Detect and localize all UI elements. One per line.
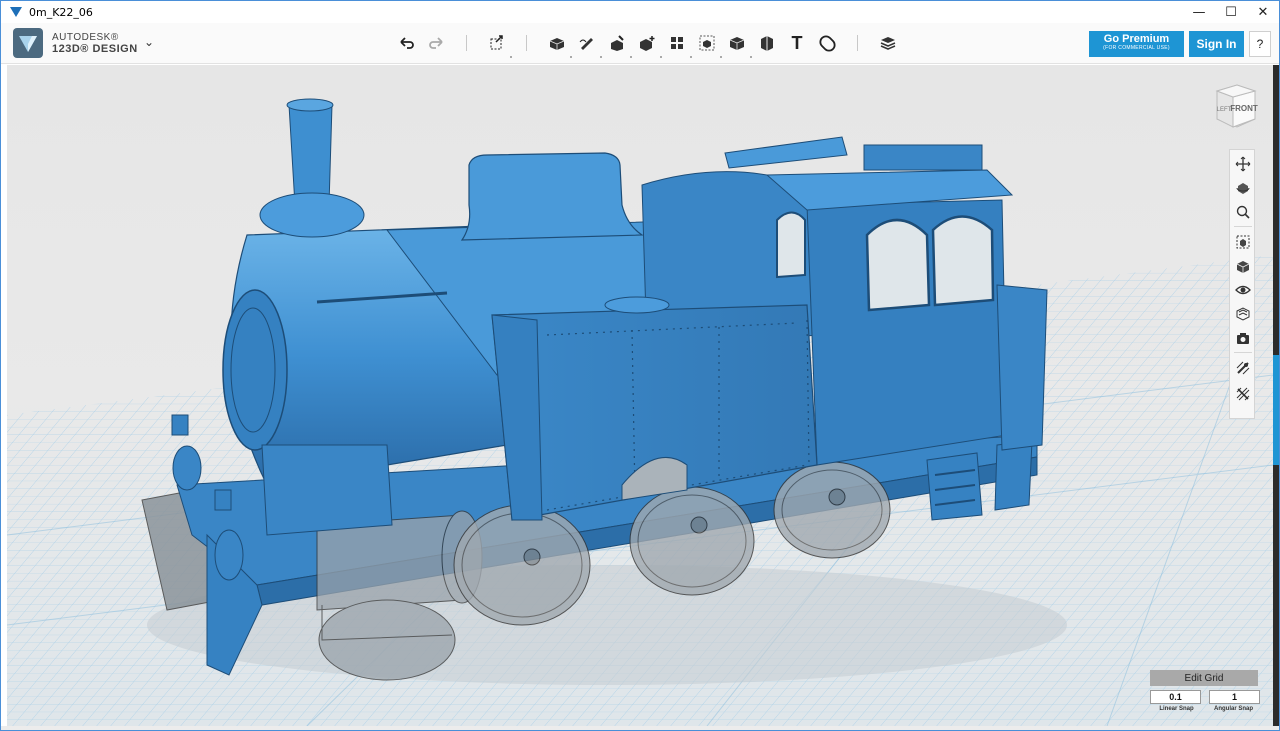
undo-icon[interactable]	[396, 32, 418, 54]
brand-line-1: AUTODESK®	[52, 32, 119, 43]
tool-indicator	[750, 56, 752, 58]
main-toolbar: AUTODESK® 123D® DESIGN ⌄ T Go Premium (F…	[1, 23, 1279, 64]
transform-icon[interactable]	[486, 32, 508, 54]
smokebox-door	[222, 289, 288, 451]
orbit-icon[interactable]	[1232, 178, 1254, 198]
bottom-edge	[1, 726, 1279, 730]
cab-tank-top	[863, 144, 983, 171]
camera-icon[interactable]	[1232, 328, 1254, 348]
app-icon	[10, 7, 22, 17]
tank-filler	[604, 296, 670, 314]
help-button[interactable]: ?	[1249, 31, 1271, 57]
materials-icon[interactable]	[1232, 304, 1254, 324]
tool-indicator	[600, 56, 602, 58]
text-icon[interactable]: T	[786, 32, 808, 54]
edit-grid-button[interactable]: Edit Grid	[1150, 670, 1258, 686]
autodesk-logo-icon[interactable]	[13, 28, 43, 58]
linear-snap-field[interactable]: 0.1	[1150, 690, 1201, 704]
tool-indicator	[660, 56, 662, 58]
sketch-icon[interactable]	[576, 32, 598, 54]
tool-indicator	[630, 56, 632, 58]
viewcube-front-label: FRONT	[1230, 104, 1258, 113]
modify-icon[interactable]	[636, 32, 658, 54]
chimney-top	[286, 98, 334, 112]
app-window: 0m_K22_06 — ☐ ✕ AUTODESK® 123D® DESIGN ⌄	[0, 0, 1280, 731]
layers-icon[interactable]	[877, 32, 899, 54]
tool-indicator	[690, 56, 692, 58]
combine-icon[interactable]	[726, 32, 748, 54]
grid-toggle-icon[interactable]	[1232, 384, 1254, 404]
cab-window-side-1	[865, 218, 931, 312]
primitives-icon[interactable]	[546, 32, 568, 54]
snap-panel: Edit Grid 0.1 1 Linear Snap Angular Snap	[1150, 670, 1260, 712]
smokebox-saddle	[261, 444, 393, 536]
chimney	[288, 104, 333, 206]
snap-toggle-icon[interactable]	[1232, 358, 1254, 378]
window-title: 0m_K22_06	[29, 5, 93, 19]
premium-sub-label: (FOR COMMERCIAL USE)	[1103, 45, 1170, 51]
tool-indicator	[570, 56, 572, 58]
visibility-icon[interactable]	[1232, 280, 1254, 300]
sign-in-button[interactable]: Sign In	[1189, 31, 1244, 57]
bunker	[996, 284, 1048, 451]
navigation-bar	[1229, 149, 1255, 419]
cab-window-front	[776, 211, 806, 279]
3d-viewport[interactable]: FRONT LEFT Edit Grid 0.1 1 Linear Snap A…	[7, 65, 1273, 726]
view-cube[interactable]: FRONT LEFT	[1211, 81, 1259, 131]
side-panel-tab[interactable]	[1273, 355, 1279, 465]
measure-icon[interactable]	[756, 32, 778, 54]
cab-steps	[926, 452, 983, 521]
tool-indicator	[510, 56, 512, 58]
toolbar-divider	[857, 35, 858, 51]
chimney-base	[259, 192, 365, 238]
toolbar-divider	[526, 35, 527, 51]
side-panel-edge[interactable]	[1273, 65, 1279, 726]
construct-icon[interactable]	[606, 32, 628, 54]
cab-vent	[724, 136, 848, 169]
view-icon[interactable]	[1232, 256, 1254, 276]
group-icon[interactable]	[696, 32, 718, 54]
angular-snap-field[interactable]: 1	[1209, 690, 1260, 704]
redo-icon[interactable]	[425, 32, 447, 54]
tool-indicator	[720, 56, 722, 58]
linear-snap-label: Linear Snap	[1159, 706, 1194, 712]
cab-window-side-2	[931, 215, 995, 307]
viewcube-left-label: LEFT	[1217, 107, 1232, 113]
toolbar-divider	[466, 35, 467, 51]
rear-buffer-plate	[994, 440, 1033, 511]
maximize-button[interactable]: ☐	[1215, 1, 1247, 23]
go-premium-button[interactable]: Go Premium (FOR COMMERCIAL USE)	[1089, 31, 1184, 57]
minimize-button[interactable]: —	[1183, 1, 1215, 23]
steam-dome	[460, 152, 644, 241]
pan-icon[interactable]	[1232, 154, 1254, 174]
pattern-icon[interactable]	[666, 32, 688, 54]
premium-label: Go Premium	[1103, 33, 1170, 45]
zoom-icon[interactable]	[1232, 202, 1254, 222]
scene-canvas[interactable]	[7, 65, 1273, 726]
app-menu-chevron-icon[interactable]: ⌄	[144, 35, 154, 49]
nav-divider	[1234, 226, 1252, 227]
title-bar: 0m_K22_06 — ☐ ✕	[1, 1, 1279, 23]
fit-icon[interactable]	[1232, 232, 1254, 252]
brand-line-2: 123D® DESIGN	[52, 43, 138, 55]
nav-divider	[1234, 352, 1252, 353]
angular-snap-label: Angular Snap	[1213, 706, 1253, 712]
close-button[interactable]: ✕	[1247, 1, 1279, 23]
snap-icon[interactable]	[816, 32, 838, 54]
